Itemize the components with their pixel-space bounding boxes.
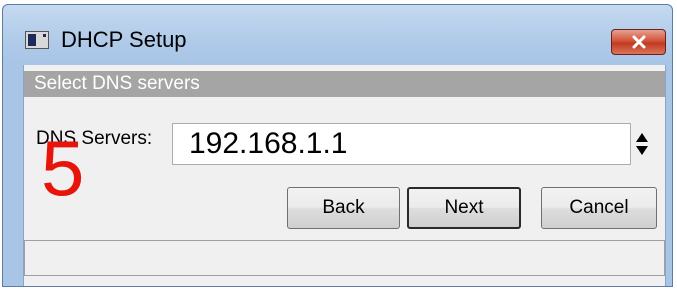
step-number-annotation: 5: [41, 124, 85, 212]
window-title: DHCP Setup: [61, 27, 187, 52]
next-button[interactable]: Next: [407, 187, 521, 229]
close-button[interactable]: [611, 29, 666, 55]
section-header: Select DNS servers: [24, 71, 665, 97]
app-window-icon: [25, 31, 49, 49]
dialog-body: Select DNS servers DNS Servers: Back Nex…: [23, 65, 666, 286]
close-icon: [632, 35, 645, 49]
back-button[interactable]: Back: [287, 187, 400, 229]
status-bar: [24, 240, 665, 276]
cancel-button[interactable]: Cancel: [541, 187, 657, 229]
dns-servers-input[interactable]: [172, 123, 631, 165]
title-bar[interactable]: DHCP Setup: [3, 5, 672, 61]
dhcp-setup-window: DHCP Setup Select DNS servers DNS Server…: [2, 4, 673, 287]
up-down-arrows-icon[interactable]: [635, 132, 649, 156]
